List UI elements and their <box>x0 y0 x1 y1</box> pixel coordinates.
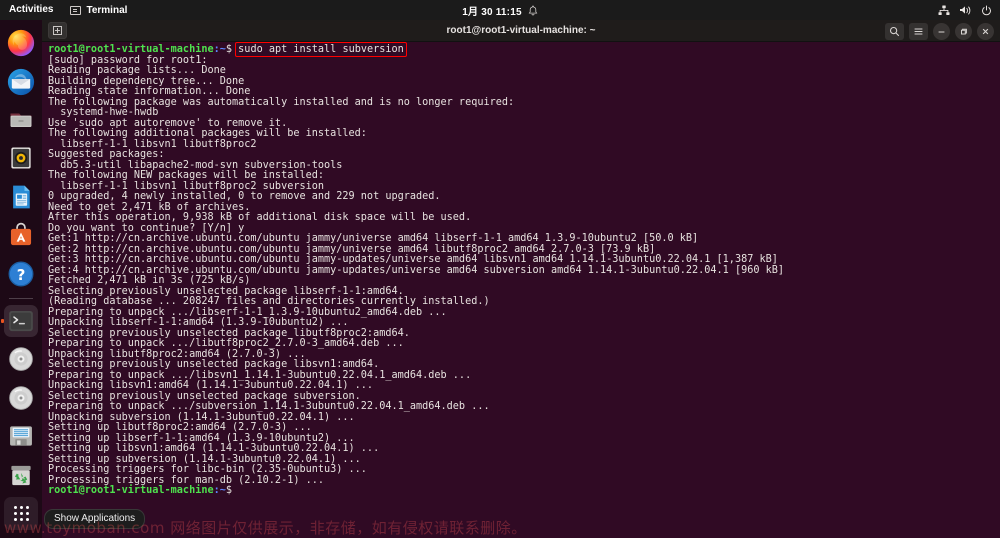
grid-dot <box>14 518 17 521</box>
help-icon: ? <box>7 260 35 288</box>
cd-disc-icon <box>7 345 35 373</box>
dock-item-libreoffice-writer[interactable] <box>4 181 38 213</box>
terminal-line: Suggested packages: <box>48 150 1000 161</box>
terminal-window: root1@root1-virtual-machine: ~ <box>42 20 1000 538</box>
title-bar-right-controls <box>885 20 994 42</box>
show-applications-button[interactable] <box>4 497 38 530</box>
gnome-top-bar: Activities Terminal 1月 30 11:15 <box>0 0 1000 20</box>
app-menu-label: Terminal <box>86 5 127 16</box>
close-icon <box>981 27 990 36</box>
grid-dot <box>14 512 17 515</box>
dock-item-thunderbird[interactable] <box>4 65 38 97</box>
ubuntu-dock: ? <box>0 20 42 538</box>
terminal-line: The following package was automatically … <box>48 98 1000 109</box>
terminal-line-prompt: root1@root1-virtual-machine:~$ <box>48 486 1000 497</box>
terminal-title-bar[interactable]: root1@root1-virtual-machine: ~ <box>42 20 1000 42</box>
dock-item-cd-drive-1[interactable] <box>4 343 38 375</box>
terminal-line: Reading package lists... Done <box>48 66 1000 77</box>
cd-disc-icon <box>7 384 35 412</box>
terminal-line: Preparing to unpack .../libutf8proc2_2.7… <box>48 339 1000 350</box>
grid-dot <box>20 512 23 515</box>
terminal-line: Unpacking libserf-1-1:amd64 (1.3.9-10ubu… <box>48 318 1000 329</box>
close-button[interactable] <box>977 23 994 40</box>
maximize-icon <box>959 27 968 36</box>
system-status-area[interactable] <box>938 0 992 20</box>
title-bar-left-controls <box>42 22 67 39</box>
activities-button[interactable]: Activities <box>0 0 62 20</box>
terminal-line: Get:1 http://cn.archive.ubuntu.com/ubunt… <box>48 234 1000 245</box>
svg-text:?: ? <box>17 266 26 284</box>
dock-item-ubuntu-software[interactable] <box>4 219 38 251</box>
terminal-line: Preparing to unpack .../subversion_1.14.… <box>48 402 1000 413</box>
minimize-button[interactable] <box>933 23 950 40</box>
libreoffice-writer-icon <box>7 183 35 211</box>
terminal-line: The following NEW packages will be insta… <box>48 171 1000 182</box>
clock[interactable]: 1月 30 11:15 <box>462 3 521 18</box>
search-icon <box>889 26 900 37</box>
new-terminal-icon <box>52 25 63 36</box>
terminal-line: Fetched 2,471 kB in 3s (725 kB/s) <box>48 276 1000 287</box>
grid-dot <box>20 506 23 509</box>
terminal-line: Reading state information... Done <box>48 87 1000 98</box>
app-menu-terminal[interactable]: Terminal <box>62 0 135 20</box>
floppy-disk-icon <box>7 422 35 450</box>
dock-item-trash[interactable] <box>4 458 38 490</box>
terminal-line: The following additional packages will b… <box>48 129 1000 140</box>
search-button[interactable] <box>885 23 904 40</box>
dock-item-cd-drive-2[interactable] <box>4 382 38 414</box>
dock-item-help[interactable]: ? <box>4 257 38 289</box>
bell-icon[interactable] <box>528 5 538 16</box>
terminal-line: 0 upgraded, 4 newly installed, 0 to remo… <box>48 192 1000 203</box>
grid-dot <box>26 512 29 515</box>
show-applications-tooltip: Show Applications <box>44 509 145 529</box>
hamburger-menu-icon <box>913 26 924 37</box>
dock-item-firefox[interactable] <box>4 27 38 59</box>
grid-dot <box>26 518 29 521</box>
terminal-text: root1@root1-virtual-machine:~$ sudo apt … <box>48 45 1000 497</box>
terminal-line: Setting up libutf8proc2:amd64 (2.7.0-3) … <box>48 423 1000 434</box>
desktop-screen: Activities Terminal 1月 30 11:15 <box>0 0 1000 538</box>
top-bar-center: 1月 30 11:15 <box>0 0 1000 20</box>
power-icon <box>981 5 992 16</box>
menu-button[interactable] <box>909 23 928 40</box>
terminal-line: Unpacking libsvn1:amd64 (1.14.1-3ubuntu0… <box>48 381 1000 392</box>
grid-dot <box>14 506 17 509</box>
terminal-icon <box>70 6 81 15</box>
trash-icon <box>7 461 35 489</box>
dock-item-files[interactable] <box>4 104 38 136</box>
terminal-line: systemd-hwe-hwdb <box>48 108 1000 119</box>
wired-network-icon <box>938 5 950 16</box>
new-tab-button[interactable] <box>48 22 67 39</box>
terminal-line-command: root1@root1-virtual-machine:~$ sudo apt … <box>48 45 1000 56</box>
grid-dot <box>20 518 23 521</box>
grid-dot <box>26 506 29 509</box>
terminal-line: Processing triggers for libc-bin (2.35-0… <box>48 465 1000 476</box>
terminal-app-icon <box>7 307 35 335</box>
terminal-line: Selecting previously unselected package … <box>48 360 1000 371</box>
terminal-output-area[interactable]: root1@root1-virtual-machine:~$ sudo apt … <box>42 42 1000 538</box>
dock-item-terminal[interactable] <box>4 305 38 337</box>
rhythmbox-speaker-icon <box>7 144 35 172</box>
terminal-line: (Reading database ... 208247 files and d… <box>48 297 1000 308</box>
terminal-command: sudo apt install subversion <box>238 44 404 55</box>
files-folder-icon <box>7 106 35 134</box>
firefox-icon <box>7 29 35 57</box>
maximize-button[interactable] <box>955 23 972 40</box>
terminal-line: Get:3 http://cn.archive.ubuntu.com/ubunt… <box>48 255 1000 266</box>
dock-separator <box>9 298 33 299</box>
terminal-line: Setting up libsvn1:amd64 (1.14.1-3ubuntu… <box>48 444 1000 455</box>
terminal-line: After this operation, 9,938 kB of additi… <box>48 213 1000 224</box>
dock-item-floppy-drive[interactable] <box>4 420 38 452</box>
thunderbird-icon <box>7 68 35 96</box>
terminal-line: libserf-1-1 libsvn1 libutf8proc2 <box>48 140 1000 151</box>
ubuntu-software-icon <box>7 221 35 249</box>
volume-icon <box>959 5 972 16</box>
window-title: root1@root1-virtual-machine: ~ <box>42 25 1000 36</box>
dock-item-rhythmbox[interactable] <box>4 142 38 174</box>
minimize-icon <box>937 27 946 36</box>
